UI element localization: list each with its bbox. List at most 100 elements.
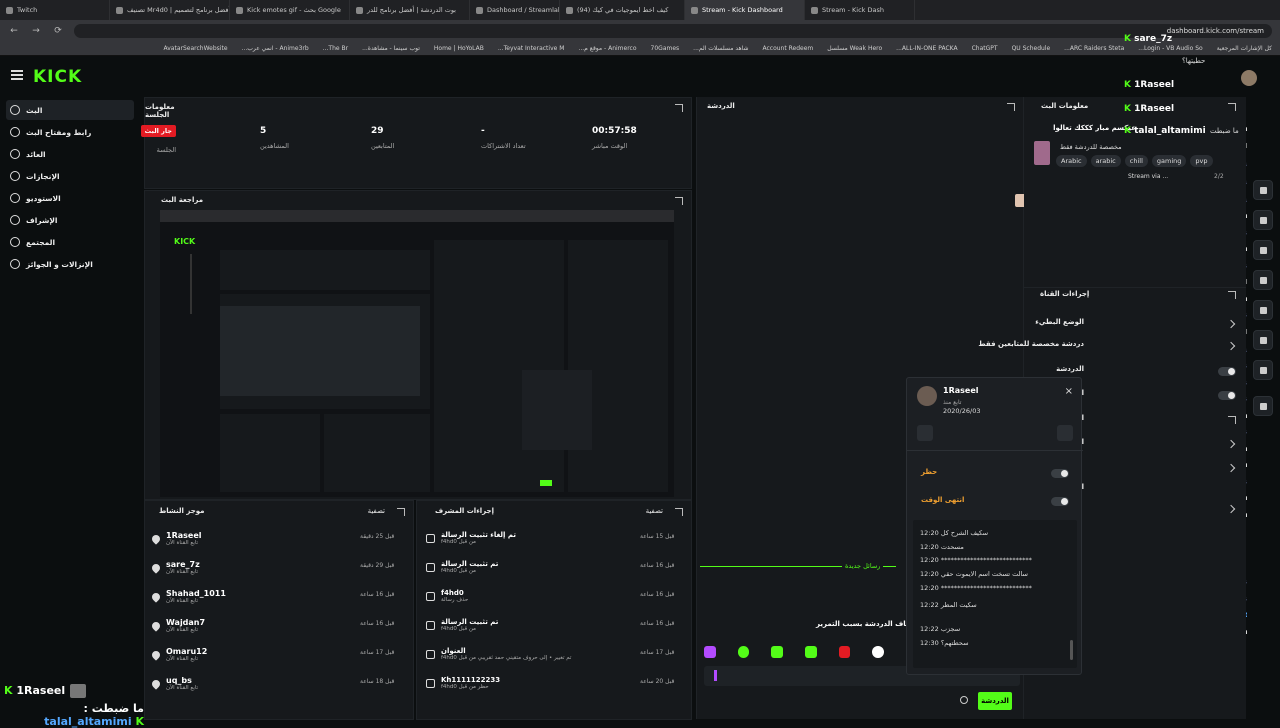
menu-icon[interactable] [11, 70, 23, 80]
expand-icon[interactable] [1228, 291, 1236, 299]
right-rail-button[interactable] [1253, 396, 1273, 416]
browser-tab-bar: Twitch تصنيف Mr4d0 | أفضل برنامج لتصميم Ki… [0, 0, 1280, 20]
browser-tab[interactable]: Stream - Kick Dash [805, 0, 915, 20]
mod-action-row[interactable]: Kh1111122233 f4hd0 حظر من قبل [426, 676, 500, 690]
rail-button-icon [1260, 217, 1267, 224]
rail-button-icon [1260, 187, 1267, 194]
top-right-user[interactable]: K sare_7z [1124, 34, 1172, 44]
activity-row[interactable]: uq_bs تابع القناة الآن [150, 676, 198, 691]
browser-tab[interactable]: تصنيف Mr4d0 | أفضل برنامج لتصميم [110, 0, 230, 20]
follow-icon[interactable] [917, 425, 933, 441]
right-rail-button[interactable] [1253, 270, 1273, 290]
external-link-icon[interactable] [1228, 416, 1236, 424]
top-right-username[interactable]: 1Raseel [1134, 104, 1174, 114]
bookmark-item[interactable]: The Br... [323, 45, 348, 52]
right-rail-button[interactable] [1253, 240, 1273, 260]
tag-chip[interactable]: pvp [1190, 155, 1213, 167]
history-time: 12:22 [920, 601, 939, 609]
mod-action-row[interactable]: تم تثبيت الرسالة f4hd0 من قبل [426, 560, 498, 574]
forward-icon[interactable]: → [30, 25, 42, 37]
browser-tab[interactable]: (94) كيف اخط ايموجيات في كيك [560, 0, 685, 20]
reload-icon[interactable]: ⟳ [52, 25, 64, 37]
channel-action-toggle[interactable] [1218, 391, 1236, 400]
sidebar-item[interactable]: البث [6, 100, 134, 120]
right-rail-button[interactable] [1253, 360, 1273, 380]
tag-chip[interactable]: gaming [1151, 155, 1187, 167]
bookmark-item[interactable]: QU Schedule [1012, 45, 1051, 52]
pin-icon[interactable] [1057, 425, 1073, 441]
browser-tab[interactable]: Twitch [0, 0, 110, 20]
activity-time: قبل 18 ساعة [360, 678, 395, 685]
mod-action-row[interactable]: العنوان f4hd0 تم تغيير • إلى حروف متقيني … [426, 647, 571, 661]
emote-button[interactable] [838, 646, 851, 658]
user-card-name: 1Raseel [943, 386, 979, 395]
bookmark-item[interactable]: AvatarSearchWebsite [164, 45, 228, 52]
channel-action-toggle[interactable] [1218, 367, 1236, 376]
history-text: سالت تسخت اسم الايموت حقي [940, 570, 1028, 578]
rail-button-icon [1260, 403, 1267, 410]
activity-row[interactable]: Omaru12 تابع القناة الآن [150, 647, 207, 662]
tag-chip[interactable]: chill [1124, 155, 1148, 167]
overlay-user-2-name: talal_altamimi [44, 715, 132, 728]
kick-logo[interactable]: KICK [33, 67, 82, 87]
bookmark-item[interactable]: Animerco - موقع م... [578, 45, 636, 52]
bookmark-item[interactable]: شاهد مسلسلات الم... [693, 45, 748, 52]
bookmark-item[interactable]: كل الإشارات المرجعية [1217, 45, 1272, 52]
gear-icon[interactable] [960, 696, 968, 704]
expand-icon[interactable] [1007, 103, 1015, 111]
top-right-username[interactable]: sare_7z [1134, 34, 1172, 44]
back-icon[interactable]: ← [8, 25, 20, 37]
right-rail-button[interactable] [1253, 300, 1273, 320]
top-right-username[interactable]: talal_altamimi [1134, 126, 1206, 136]
top-right-user[interactable]: K talal_altamimi [1124, 126, 1206, 136]
chat-send-button[interactable]: الدردشة [978, 692, 1012, 710]
browser-tab[interactable]: بوت الدردشة | أفضل برنامج للدر [350, 0, 470, 20]
activity-row[interactable]: sare_7z تابع القناة الآن [150, 560, 200, 575]
bookmark-item[interactable]: Home | HoYoLAB [434, 45, 484, 52]
browser-tab[interactable]: Kick emotes gif - بحث Google [230, 0, 350, 20]
bookmark-item[interactable]: 70Games [651, 45, 680, 52]
mod-action-row[interactable]: تم إلغاء تثبيت الرسالة f4hd0 من قبل [426, 531, 516, 545]
bookmark-item[interactable]: Anime3rb - انمي عرب... [242, 45, 309, 52]
url-field[interactable]: dashboard.kick.com/stream [74, 24, 1272, 38]
avatar[interactable] [1241, 70, 1257, 86]
timeout-toggle[interactable] [1051, 497, 1069, 506]
right-rail-button[interactable] [1253, 210, 1273, 230]
stream-via: Stream via ... [1128, 173, 1169, 180]
history-scrollbar[interactable] [1070, 640, 1073, 660]
bookmark-item[interactable]: ARC Raiders Steta... [1064, 45, 1124, 52]
emote-button[interactable] [805, 646, 817, 658]
kick-k-icon: K [1124, 80, 1135, 90]
activity-row[interactable]: 1Raseel تابع القناة الآن [150, 531, 201, 546]
emote-bar [704, 646, 885, 660]
pin-icon [426, 533, 435, 543]
emote-button[interactable] [872, 646, 885, 658]
emote-button[interactable] [737, 646, 750, 658]
pin-icon [426, 562, 435, 572]
browser-tab-label: Stream - Kick Dash [822, 6, 884, 14]
bookmark-item[interactable]: ChatGPT [972, 45, 998, 52]
ban-toggle[interactable] [1051, 469, 1069, 478]
tag-chip[interactable]: arabic [1090, 155, 1121, 167]
right-rail-button[interactable] [1253, 180, 1273, 200]
bookmark-item[interactable]: Teyvat Interactive M... [498, 45, 565, 52]
emote-button[interactable] [704, 646, 716, 658]
top-right-user[interactable]: K 1Raseel [1124, 104, 1174, 114]
bookmark-item[interactable]: Login - VB Audio So... [1138, 45, 1202, 52]
bookmark-item[interactable]: توب سينما - مشاهدة... [362, 45, 420, 52]
bookmark-item[interactable]: ALL-IN-ONE PACKA... [896, 45, 957, 52]
right-rail-button[interactable] [1253, 330, 1273, 350]
emote-button[interactable] [771, 646, 784, 658]
browser-tab[interactable]: Dashboard / Streamlabs [470, 0, 560, 20]
expand-icon[interactable] [1228, 103, 1236, 111]
top-right-username[interactable]: 1Raseel [1134, 80, 1174, 90]
tab-favicon-icon [476, 6, 483, 14]
tag-chip[interactable]: Arabic [1056, 155, 1087, 167]
top-right-user[interactable]: K 1Raseel [1124, 80, 1174, 90]
close-icon[interactable]: × [1065, 386, 1073, 397]
bookmark-item[interactable]: Account Redeem [762, 45, 813, 52]
bookmark-item[interactable]: Weak Hero مسلسل [827, 45, 882, 52]
activity-sub: تابع القناة الآن [166, 540, 199, 546]
browser-tab[interactable]: Stream - Kick Dashboard [685, 0, 805, 20]
expand-icon[interactable] [675, 104, 683, 112]
